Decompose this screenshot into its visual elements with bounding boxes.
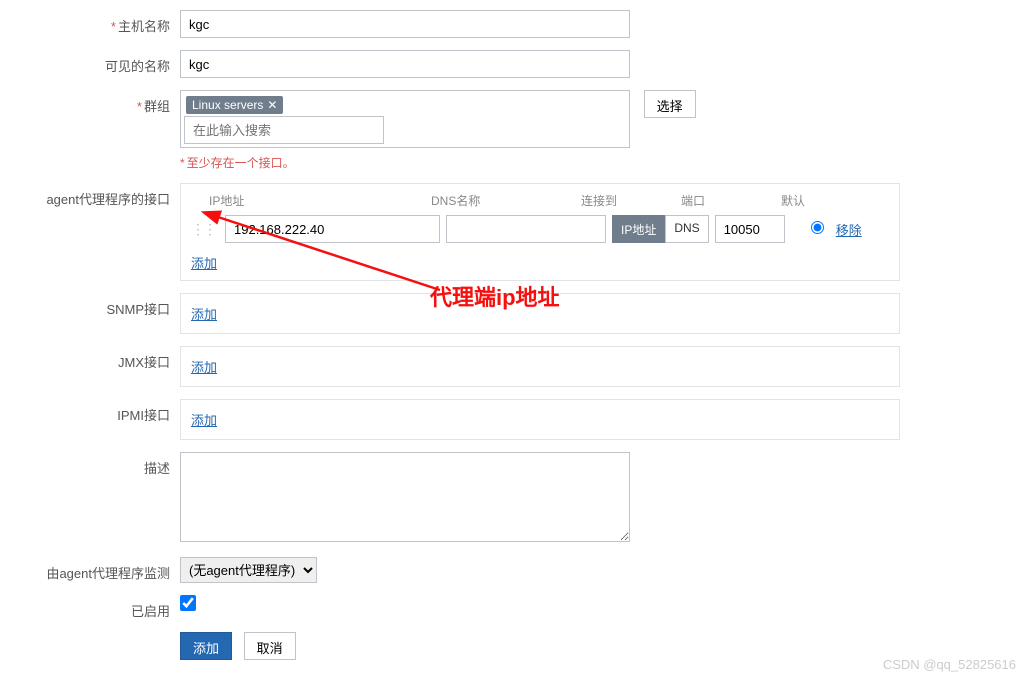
groups-label: 群组	[144, 99, 170, 114]
select-groups-button[interactable]: 选择	[644, 90, 696, 118]
remove-interface-link[interactable]: 移除	[836, 220, 862, 239]
col-port-header: 端口	[671, 192, 751, 209]
description-label: 描述	[144, 461, 170, 476]
drag-icon[interactable]: ⋮⋮	[191, 221, 215, 238]
group-search-input[interactable]	[184, 116, 384, 144]
jmx-iface-label: JMX接口	[118, 355, 170, 370]
agent-dns-input[interactable]	[446, 215, 606, 243]
default-radio[interactable]	[811, 221, 824, 234]
watermark: CSDN @qq_52825616	[883, 657, 1016, 672]
connect-ip-button[interactable]: IP地址	[612, 215, 665, 243]
col-default-header: 默认	[751, 192, 851, 209]
groups-tagbox[interactable]: Linux servers✕	[180, 90, 630, 148]
enabled-label: 已启用	[131, 604, 170, 619]
hostname-input[interactable]	[180, 10, 630, 38]
description-textarea[interactable]	[180, 452, 630, 542]
agent-ip-input[interactable]	[225, 215, 440, 243]
col-dns-header: DNS名称	[401, 192, 561, 209]
add-snmp-interface-link[interactable]: 添加	[191, 307, 217, 322]
submit-add-button[interactable]: 添加	[180, 632, 232, 660]
proxy-select[interactable]: (无agent代理程序)	[180, 557, 317, 583]
close-icon[interactable]: ✕	[267, 98, 277, 112]
connect-dns-button[interactable]: DNS	[665, 215, 708, 243]
visible-name-input[interactable]	[180, 50, 630, 78]
agent-port-input[interactable]	[715, 215, 785, 243]
add-jmx-interface-link[interactable]: 添加	[191, 360, 217, 375]
snmp-iface-label: SNMP接口	[106, 302, 170, 317]
agent-interface-box: IP地址 DNS名称 连接到 端口 默认 ⋮⋮ IP地址 DNS 移除 添加	[180, 183, 900, 281]
group-tag[interactable]: Linux servers✕	[186, 96, 283, 114]
agent-interface-row: ⋮⋮ IP地址 DNS 移除	[191, 215, 889, 243]
hostname-label: 主机名称	[118, 19, 170, 34]
enabled-checkbox[interactable]	[180, 595, 196, 611]
add-ipmi-interface-link[interactable]: 添加	[191, 413, 217, 428]
add-agent-interface-link[interactable]: 添加	[191, 256, 217, 271]
monitored-by-label: 由agent代理程序监测	[46, 566, 170, 581]
interface-hint: 至少存在一个接口。	[187, 156, 295, 170]
ipmi-iface-label: IPMI接口	[117, 408, 170, 423]
connect-to-toggle: IP地址 DNS	[612, 215, 709, 243]
visible-name-label: 可见的名称	[105, 59, 170, 74]
col-connect-header: 连接到	[561, 192, 671, 209]
col-ip-header: IP地址	[191, 192, 401, 209]
agent-iface-label: agent代理程序的接口	[46, 192, 170, 207]
cancel-button[interactable]: 取消	[244, 632, 296, 660]
